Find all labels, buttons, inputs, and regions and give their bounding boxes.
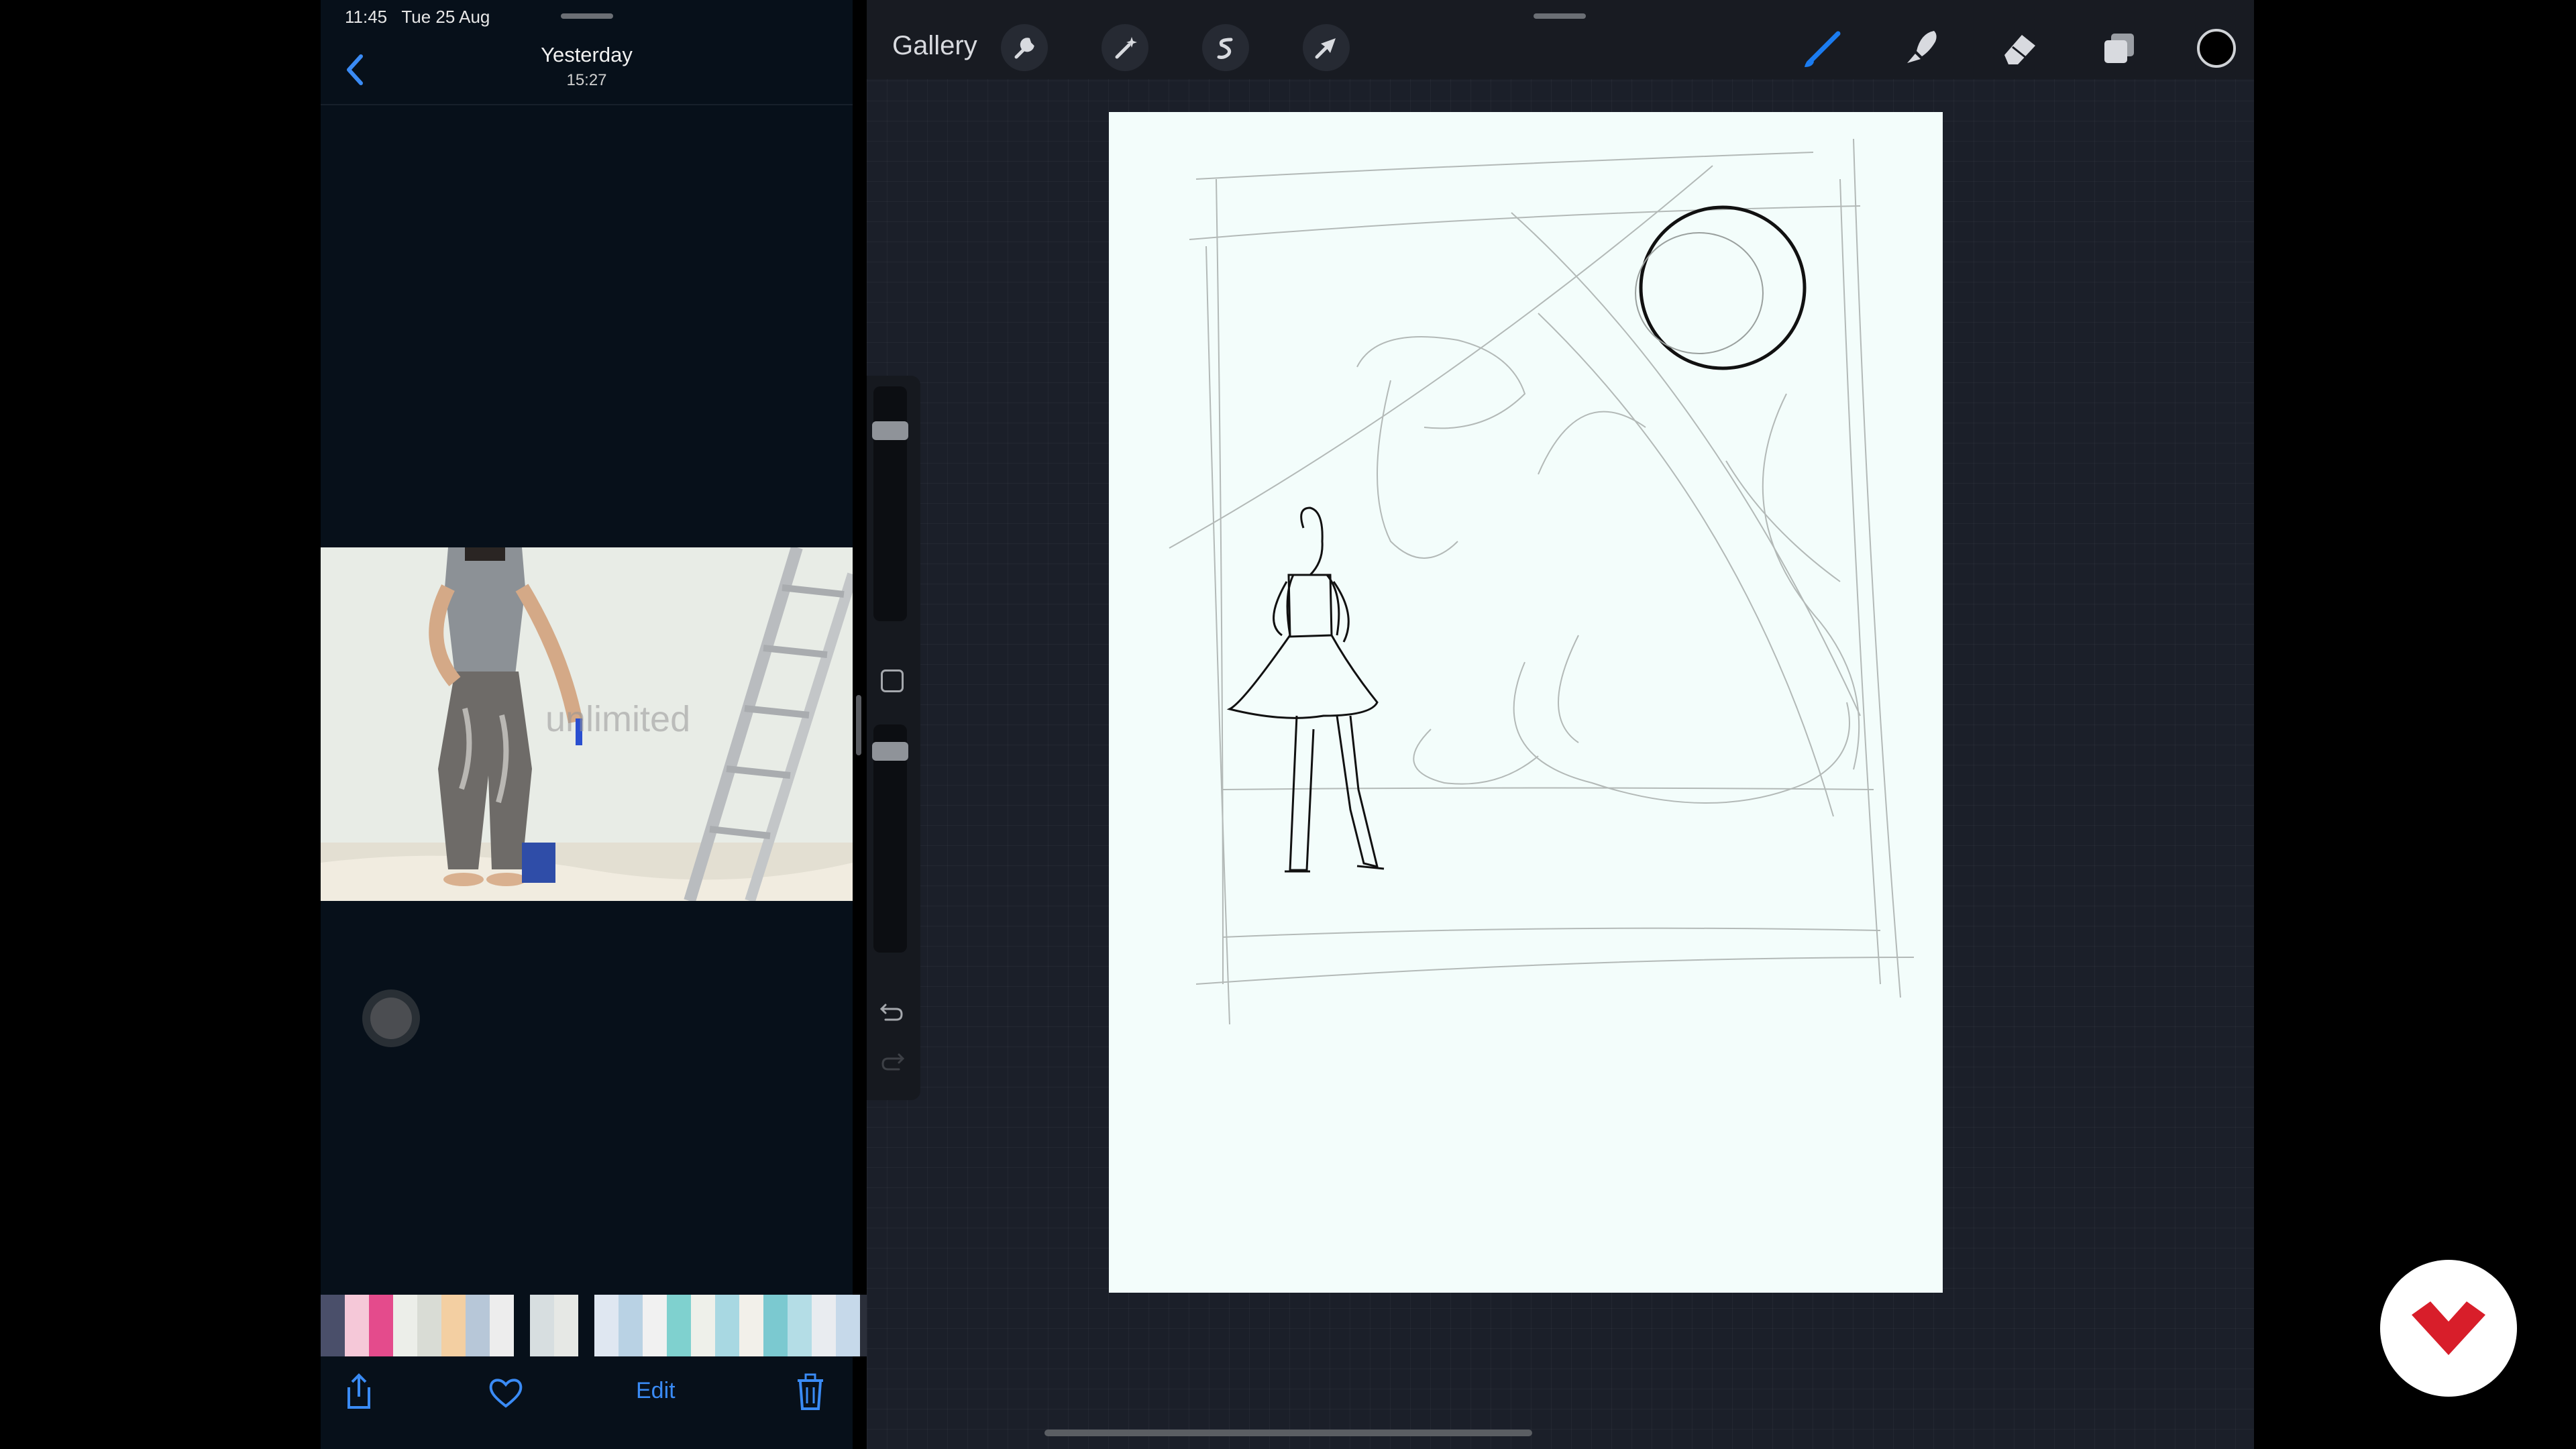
redo-button[interactable]	[876, 1046, 908, 1073]
wrench-icon	[1014, 38, 1034, 59]
photo-thumbnail[interactable]	[530, 1295, 554, 1356]
photo-thumbnail[interactable]	[643, 1295, 667, 1356]
actions-button[interactable]	[1001, 24, 1048, 71]
brush-size-knob[interactable]	[872, 421, 908, 440]
brush-icon	[1805, 31, 1841, 67]
undo-button[interactable]	[876, 997, 908, 1024]
procreate-multitask-grabber[interactable]	[1534, 13, 1586, 19]
photo-thumbnail[interactable]	[812, 1295, 836, 1356]
smudge-tool-button[interactable]	[1898, 24, 1946, 72]
procreate-sidebar	[867, 376, 920, 1100]
adjustments-button[interactable]	[1102, 24, 1148, 71]
photo-thumbnail[interactable]	[393, 1295, 417, 1356]
procreate-top-bar	[867, 0, 2254, 79]
opacity-knob[interactable]	[872, 742, 908, 761]
status-date: Tue 25 Aug	[401, 7, 490, 27]
photo-thumbnail[interactable]	[321, 1295, 345, 1356]
status-bar: 11:45 Tue 25 Aug	[345, 7, 490, 28]
delete-button[interactable]	[794, 1371, 827, 1411]
photo-time-subtitle: 15:27	[566, 71, 607, 89]
gallery-button[interactable]: Gallery	[892, 31, 977, 61]
redo-icon	[881, 1053, 905, 1071]
photo-thumbnail[interactable]	[739, 1295, 763, 1356]
main-photo[interactable]: unlimited	[321, 547, 853, 901]
thumbnail-gap	[578, 1295, 594, 1356]
opacity-slider[interactable]	[872, 724, 908, 953]
magic-wand-icon	[1115, 37, 1137, 59]
brush-tool-button[interactable]	[1799, 24, 1847, 72]
share-button[interactable]	[342, 1371, 376, 1411]
brand-logo	[2380, 1260, 2517, 1397]
transform-arrow-icon	[1315, 38, 1336, 59]
multitask-grabber[interactable]	[561, 13, 613, 19]
heart-icon	[489, 1379, 523, 1408]
modify-square-button[interactable]	[881, 669, 904, 692]
sketch-drawing	[1169, 138, 1915, 1025]
brush-size-slider[interactable]	[872, 386, 908, 621]
photo-date-title: Yesterday	[541, 43, 633, 66]
assistive-touch-button[interactable]	[362, 989, 420, 1047]
photo-toolbar: Edit	[321, 1368, 853, 1422]
photo-thumbnail[interactable]	[788, 1295, 812, 1356]
photo-thumbnail[interactable]	[836, 1295, 860, 1356]
thumbnail-strip[interactable]	[321, 1295, 884, 1356]
photo-thumbnail[interactable]	[466, 1295, 490, 1356]
color-swatch-icon[interactable]	[2197, 29, 2236, 68]
header-divider	[321, 104, 853, 105]
selection-button[interactable]	[1202, 24, 1249, 71]
undo-icon	[879, 1004, 903, 1021]
photo-thumbnail[interactable]	[619, 1295, 643, 1356]
photo-thumbnail[interactable]	[763, 1295, 788, 1356]
favorite-button[interactable]	[487, 1375, 525, 1410]
transform-button[interactable]	[1303, 24, 1350, 71]
procreate-app-panel: Gallery	[867, 0, 2254, 1449]
photo-thumbnail[interactable]	[667, 1295, 691, 1356]
photo-thumbnail[interactable]	[441, 1295, 466, 1356]
edit-button[interactable]: Edit	[636, 1378, 676, 1404]
photo-watermark: unlimited	[545, 699, 691, 739]
drawing-canvas[interactable]	[1109, 112, 1943, 1293]
photo-thumbnail[interactable]	[715, 1295, 739, 1356]
split-view-divider-handle[interactable]	[856, 695, 861, 755]
photos-app-panel: 11:45 Tue 25 Aug Yesterday 15:27 unlimit…	[321, 0, 884, 1449]
brand-logo-icon	[2412, 1301, 2485, 1355]
home-indicator	[1044, 1430, 1532, 1436]
photo-thumbnail[interactable]	[554, 1295, 578, 1356]
layers-icon	[2104, 34, 2134, 63]
photo-thumbnail[interactable]	[345, 1295, 369, 1356]
photo-thumbnail[interactable]	[691, 1295, 715, 1356]
thumbnail-gap	[514, 1295, 530, 1356]
eraser-tool-button[interactable]	[1996, 24, 2045, 72]
photo-thumbnail[interactable]	[594, 1295, 619, 1356]
smudge-icon	[1907, 31, 1937, 63]
photo-thumbnail[interactable]	[417, 1295, 441, 1356]
status-time: 11:45	[345, 7, 388, 27]
assistive-touch-dot	[370, 998, 412, 1039]
layers-button[interactable]	[2095, 24, 2143, 72]
selection-icon	[1217, 38, 1233, 59]
photo-thumbnail[interactable]	[369, 1295, 393, 1356]
photo-thumbnail[interactable]	[490, 1295, 514, 1356]
eraser-icon	[2004, 35, 2035, 64]
share-icon	[347, 1373, 370, 1409]
trash-icon	[798, 1373, 823, 1410]
